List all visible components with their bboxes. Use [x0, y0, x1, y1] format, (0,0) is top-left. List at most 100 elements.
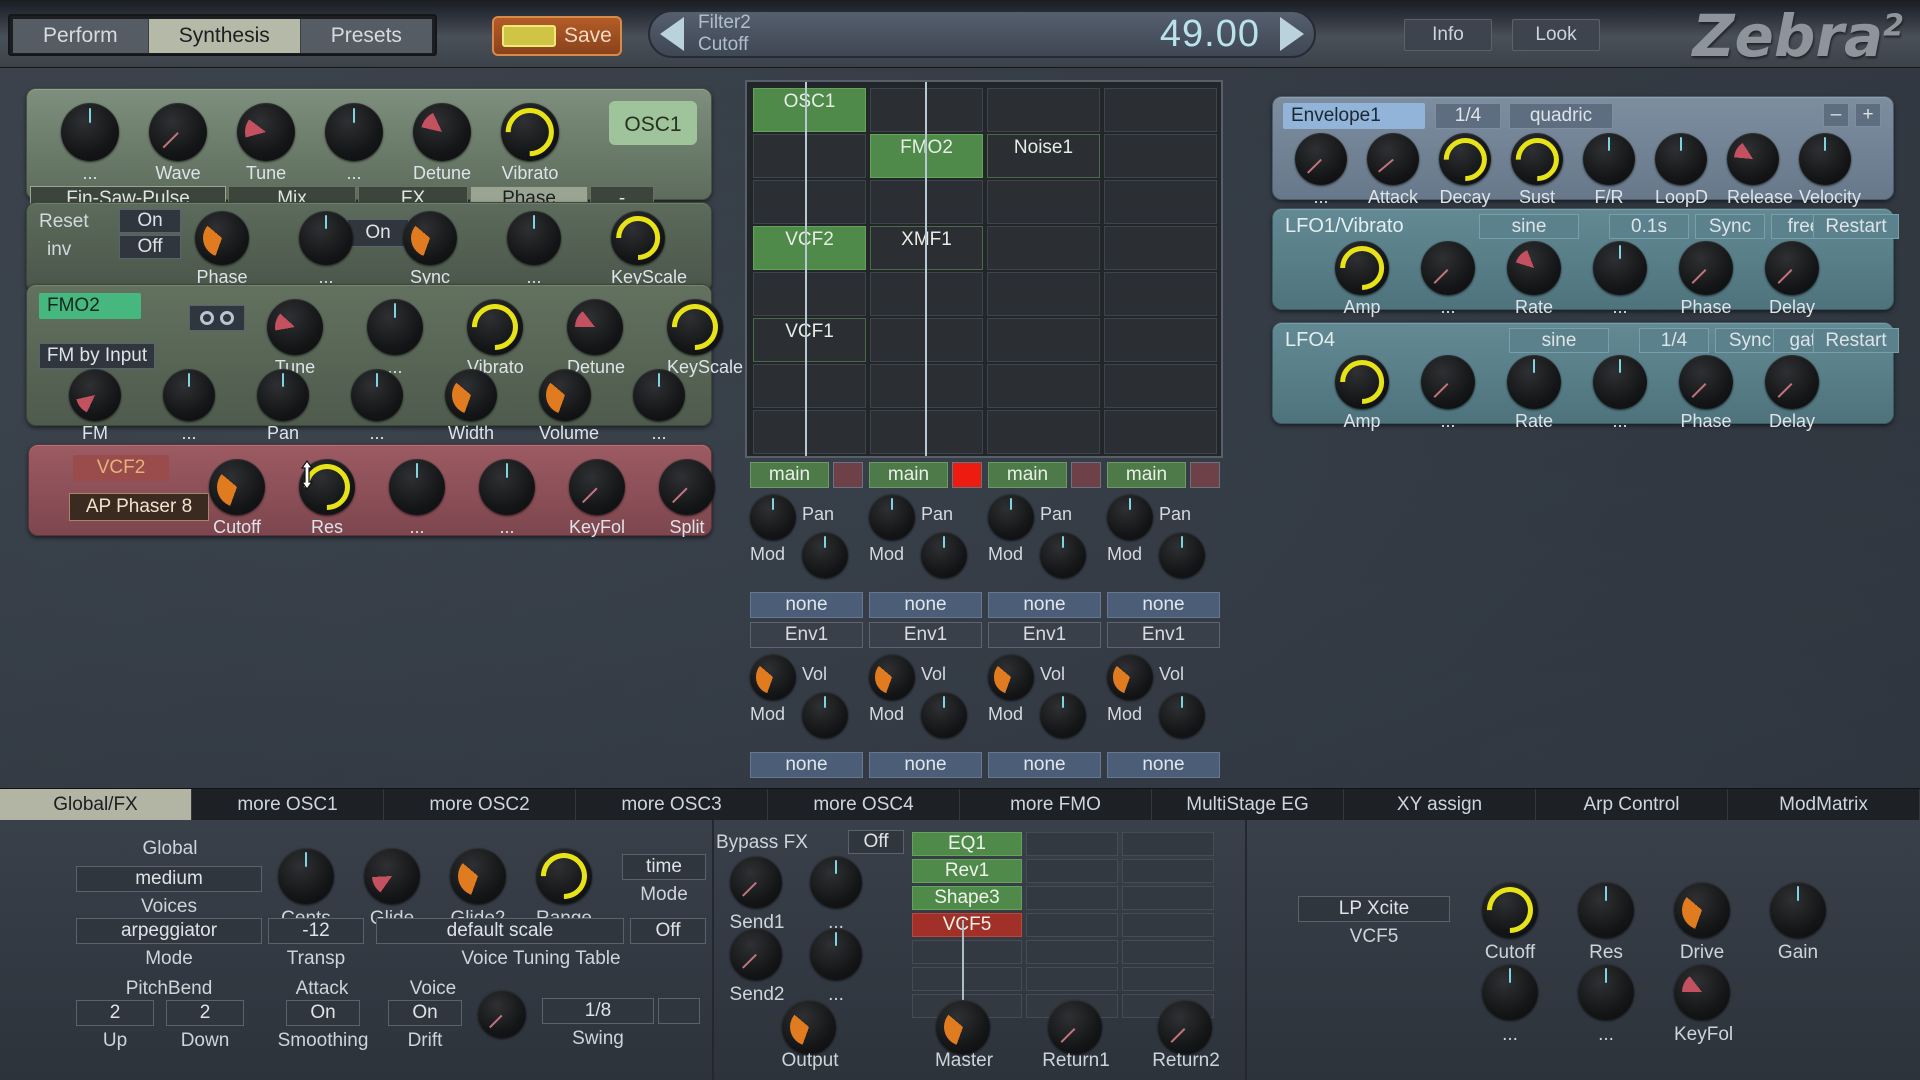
matrix-slot[interactable]	[753, 134, 866, 178]
knob[interactable]	[237, 103, 295, 161]
mode-tab-synthesis[interactable]: Synthesis	[148, 19, 301, 53]
knob[interactable]	[1159, 532, 1205, 578]
matrix-slot[interactable]	[1104, 226, 1217, 270]
knob[interactable]	[936, 1000, 990, 1054]
knob[interactable]	[1421, 355, 1475, 409]
mixer-env-button[interactable]: Env1	[750, 622, 863, 648]
mixer-main-button[interactable]: main	[988, 462, 1067, 488]
fx-slot-empty[interactable]	[1122, 967, 1214, 991]
matrix-slot[interactable]	[987, 318, 1100, 362]
knob[interactable]	[278, 848, 334, 904]
fx-slot[interactable]: EQ1	[912, 832, 1022, 856]
bottom-tab-more-fmo[interactable]: more FMO	[960, 789, 1152, 821]
fx-slot-empty[interactable]	[912, 940, 1022, 964]
knob[interactable]	[1295, 133, 1347, 185]
knob[interactable]	[462, 294, 528, 360]
mixer-mod-source[interactable]: none	[1107, 592, 1220, 618]
knob[interactable]	[1765, 241, 1819, 295]
knob[interactable]	[367, 299, 423, 355]
knob[interactable]	[1583, 133, 1635, 185]
matrix-slot[interactable]: OSC1	[753, 88, 866, 132]
bottom-tab-multistage-eg[interactable]: MultiStage EG	[1152, 789, 1344, 821]
mixer-env-button[interactable]: Env1	[1107, 622, 1220, 648]
knob[interactable]	[445, 369, 497, 421]
bottom-tab-arp-control[interactable]: Arp Control	[1536, 789, 1728, 821]
matrix-slot[interactable]	[1104, 88, 1217, 132]
knob[interactable]	[1421, 241, 1475, 295]
fmo2-badge[interactable]: FMO2	[39, 293, 141, 319]
look-button[interactable]: Look	[1512, 19, 1600, 51]
knob[interactable]	[539, 369, 591, 421]
knob[interactable]	[1578, 882, 1634, 938]
mixer-env-button[interactable]: Env1	[988, 622, 1101, 648]
knob[interactable]	[1040, 692, 1086, 738]
mixer-mod-source[interactable]: none	[869, 592, 982, 618]
envelope1-sync-field[interactable]: 1/4	[1435, 103, 1501, 129]
knob[interactable]	[1593, 241, 1647, 295]
matrix-slot[interactable]	[753, 272, 866, 316]
knob[interactable]	[810, 928, 862, 980]
knob[interactable]	[1482, 964, 1538, 1020]
mixer-mod-source-2[interactable]: none	[750, 752, 863, 778]
matrix-slot[interactable]	[987, 272, 1100, 316]
mixer-main-button[interactable]: main	[750, 462, 829, 488]
envelope1-badge[interactable]: Envelope1	[1283, 103, 1425, 129]
envelope1-minus-button[interactable]: –	[1823, 103, 1849, 127]
knob[interactable]	[531, 843, 597, 909]
knob[interactable]	[1477, 877, 1543, 943]
lfo4-restart-field[interactable]: Restart	[1813, 328, 1899, 353]
matrix-slot[interactable]	[753, 364, 866, 408]
knob[interactable]	[1679, 355, 1733, 409]
knob[interactable]	[1765, 355, 1819, 409]
knob[interactable]	[1107, 654, 1153, 700]
vcf2-mode-field[interactable]: AP Phaser 8	[69, 493, 209, 521]
bottom-tab-more-osc4[interactable]: more OSC4	[768, 789, 960, 821]
fx-slot-empty[interactable]	[1026, 913, 1118, 937]
knob[interactable]	[750, 654, 796, 700]
knob[interactable]	[730, 928, 782, 980]
knob[interactable]	[633, 369, 685, 421]
knob[interactable]	[730, 856, 782, 908]
mixer-color-swatch[interactable]	[952, 462, 982, 488]
next-arrow-icon[interactable]	[1270, 17, 1314, 51]
fm-by-input-field[interactable]: FM by Input	[39, 343, 155, 369]
matrix-slot[interactable]	[987, 410, 1100, 454]
mixer-color-swatch[interactable]	[1071, 462, 1101, 488]
time-field[interactable]: time	[622, 854, 706, 880]
knob[interactable]	[325, 103, 383, 161]
bottom-tab-modmatrix[interactable]: ModMatrix	[1728, 789, 1920, 821]
knob[interactable]	[988, 494, 1034, 540]
knob[interactable]	[195, 211, 249, 265]
reset-on-field[interactable]: On	[119, 209, 181, 233]
knob[interactable]	[1507, 241, 1561, 295]
lfo1-rate-field[interactable]: 0.1s	[1609, 214, 1689, 239]
knob[interactable]	[267, 299, 323, 355]
matrix-slot[interactable]	[1104, 410, 1217, 454]
knob[interactable]	[567, 299, 623, 355]
swing-extra-field[interactable]	[658, 998, 700, 1024]
matrix-slot[interactable]	[987, 180, 1100, 224]
knob[interactable]	[496, 98, 564, 166]
fx-slot-empty[interactable]	[912, 967, 1022, 991]
mixer-env-button[interactable]: Env1	[869, 622, 982, 648]
mixer-mod-source[interactable]: none	[750, 592, 863, 618]
drift-field[interactable]: On	[388, 1000, 462, 1026]
matrix-slot[interactable]	[1104, 134, 1217, 178]
knob[interactable]	[1674, 964, 1730, 1020]
knob[interactable]	[389, 459, 445, 515]
fmo2-mode-toggle[interactable]	[189, 305, 245, 331]
knob[interactable]	[351, 369, 403, 421]
knob[interactable]	[257, 369, 309, 421]
knob[interactable]	[869, 494, 915, 540]
knob[interactable]	[149, 103, 207, 161]
knob[interactable]	[1593, 355, 1647, 409]
knob[interactable]	[1048, 1000, 1102, 1054]
knob[interactable]	[1770, 882, 1826, 938]
matrix-slot[interactable]	[1104, 364, 1217, 408]
fx-slot[interactable]: VCF5	[912, 913, 1022, 937]
mixer-mod-source-2[interactable]: none	[988, 752, 1101, 778]
matrix-slot[interactable]	[1104, 272, 1217, 316]
knob[interactable]	[988, 654, 1034, 700]
knob[interactable]	[507, 211, 561, 265]
knob[interactable]	[750, 494, 796, 540]
